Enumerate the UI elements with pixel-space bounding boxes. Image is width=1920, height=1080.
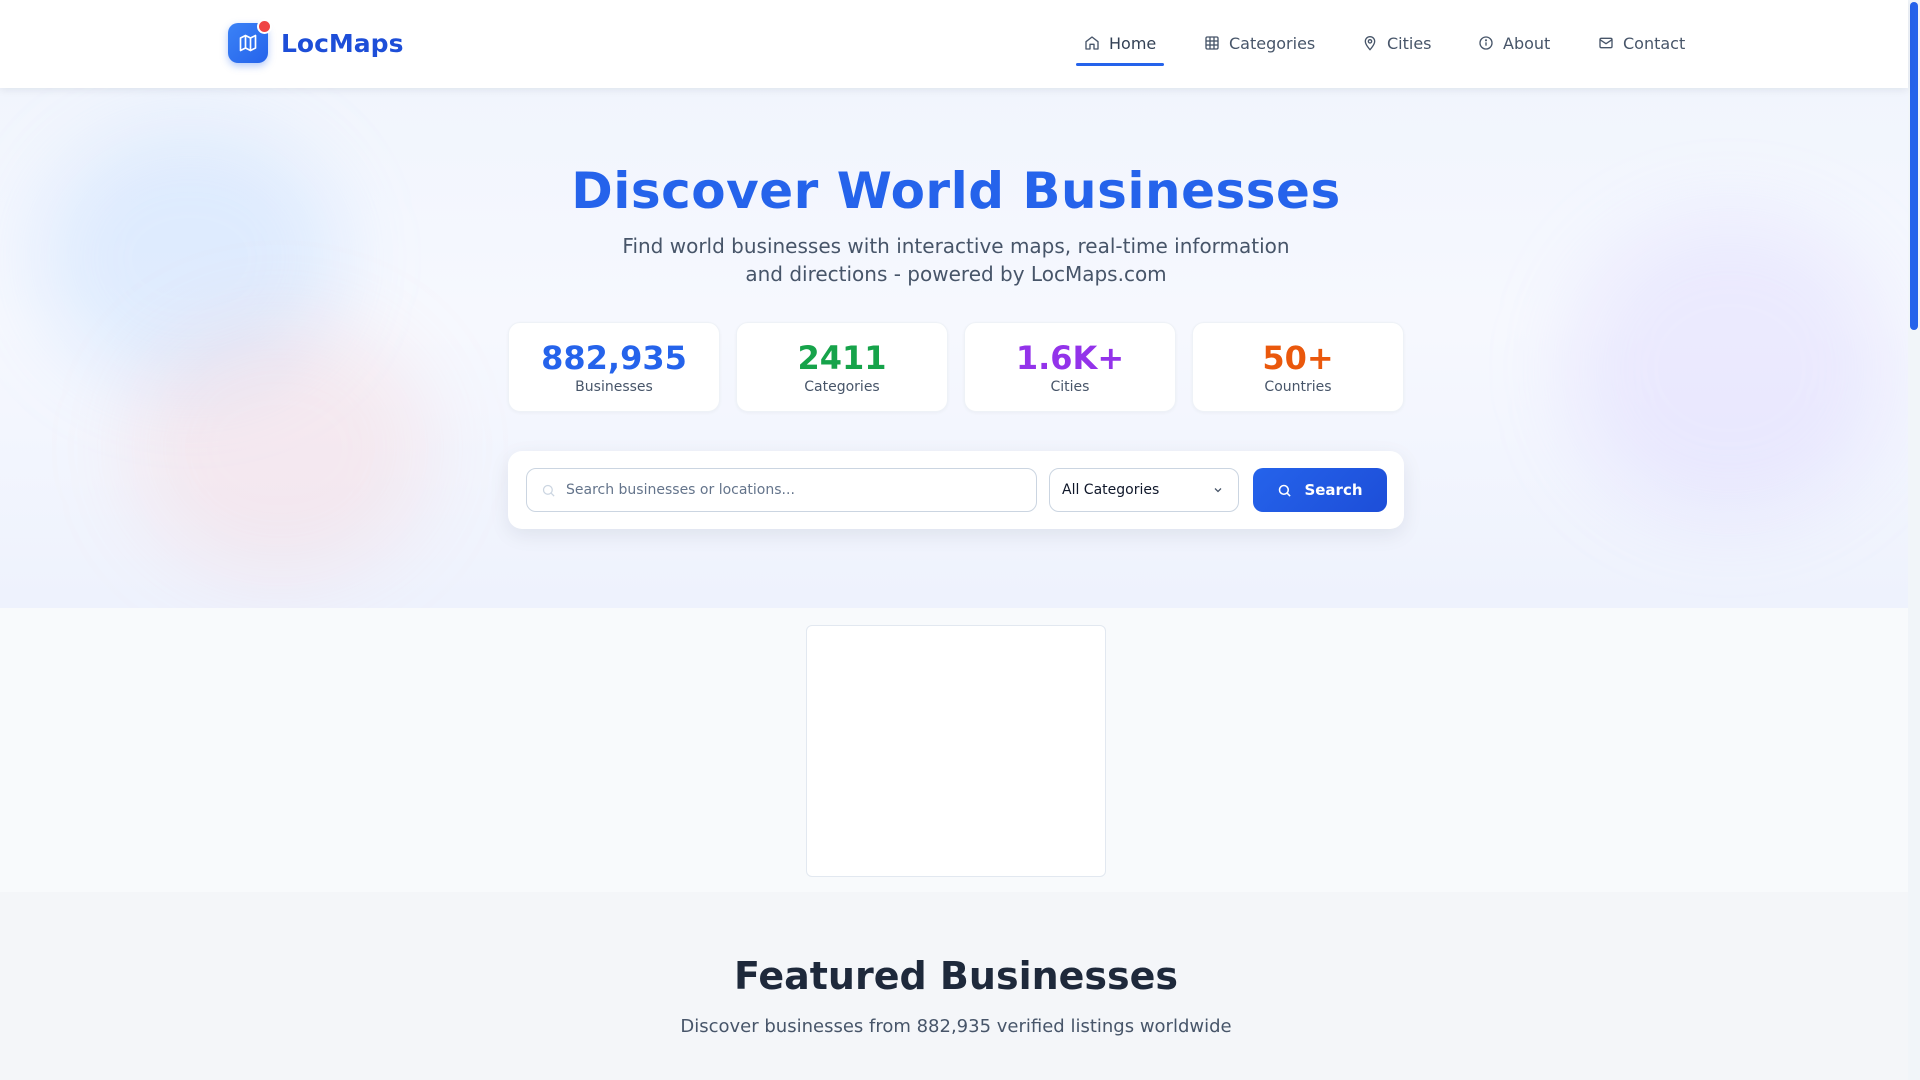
nav-categories-label: Categories <box>1229 33 1316 53</box>
stat-card-countries: 50+ Countries <box>1192 322 1404 412</box>
decorative-blob <box>1570 218 1890 518</box>
active-nav-indicator <box>1076 63 1164 66</box>
search-button[interactable]: Search <box>1253 468 1387 512</box>
stat-card-businesses: 882,935 Businesses <box>508 322 720 412</box>
nav-about-label: About <box>1503 33 1551 53</box>
nav-cities[interactable]: Cities <box>1362 30 1432 56</box>
stat-label: Businesses <box>575 379 653 395</box>
hero-subtitle: Find world businesses with interactive m… <box>622 234 1290 286</box>
featured-subtitle: Discover businesses from 882,935 verifie… <box>680 1016 1232 1037</box>
nav-about[interactable]: About <box>1478 30 1550 56</box>
category-select[interactable]: All Categories <box>1049 468 1239 512</box>
search-panel: Search businesses or locations... All Ca… <box>508 451 1404 529</box>
search-placeholder: Search businesses or locations... <box>566 482 795 498</box>
search-icon <box>542 484 555 497</box>
info-icon <box>1479 36 1493 50</box>
hero-section: Discover World Businesses Find world bus… <box>0 88 1908 608</box>
ad-placeholder <box>806 625 1106 877</box>
featured-title: Featured Businesses <box>733 954 1179 998</box>
map-pin-icon <box>1364 36 1376 51</box>
scrollbar-thumb[interactable] <box>1910 2 1918 330</box>
featured-section: Featured Businesses Discover businesses … <box>0 892 1908 1080</box>
grid-icon <box>1205 36 1219 50</box>
nav-contact[interactable]: Contact <box>1598 30 1685 56</box>
stat-value: 50+ <box>1262 339 1334 377</box>
home-icon <box>1085 36 1099 50</box>
decorative-blob <box>130 318 430 578</box>
chevron-down-icon <box>1214 488 1222 493</box>
mail-icon <box>1599 37 1613 49</box>
hero-title: Discover World Businesses <box>571 162 1341 220</box>
site-header: LocMaps Home Categories Cities About Con… <box>0 0 1908 88</box>
ad-section <box>0 608 1908 892</box>
nav-home-label: Home <box>1109 33 1157 53</box>
main-nav: Home Categories Cities About Contact <box>0 0 1908 88</box>
search-input[interactable]: Search businesses or locations... <box>526 468 1037 512</box>
stat-label: Countries <box>1264 379 1332 395</box>
stat-card-cities: 1.6K+ Cities <box>964 322 1176 412</box>
search-button-label: Search <box>1304 481 1363 499</box>
nav-categories[interactable]: Categories <box>1204 30 1315 56</box>
stat-label: Cities <box>1050 379 1090 395</box>
stat-value: 1.6K+ <box>1015 339 1125 377</box>
stat-label: Categories <box>804 379 880 395</box>
page-scrollbar[interactable] <box>1908 0 1920 1080</box>
stat-value: 882,935 <box>541 339 687 377</box>
category-select-value: All Categories <box>1062 482 1160 498</box>
stat-card-categories: 2411 Categories <box>736 322 948 412</box>
nav-cities-label: Cities <box>1387 33 1432 53</box>
stat-value: 2411 <box>797 339 887 377</box>
search-icon <box>1279 484 1292 497</box>
nav-home[interactable]: Home <box>1084 30 1156 56</box>
nav-contact-label: Contact <box>1623 33 1686 53</box>
